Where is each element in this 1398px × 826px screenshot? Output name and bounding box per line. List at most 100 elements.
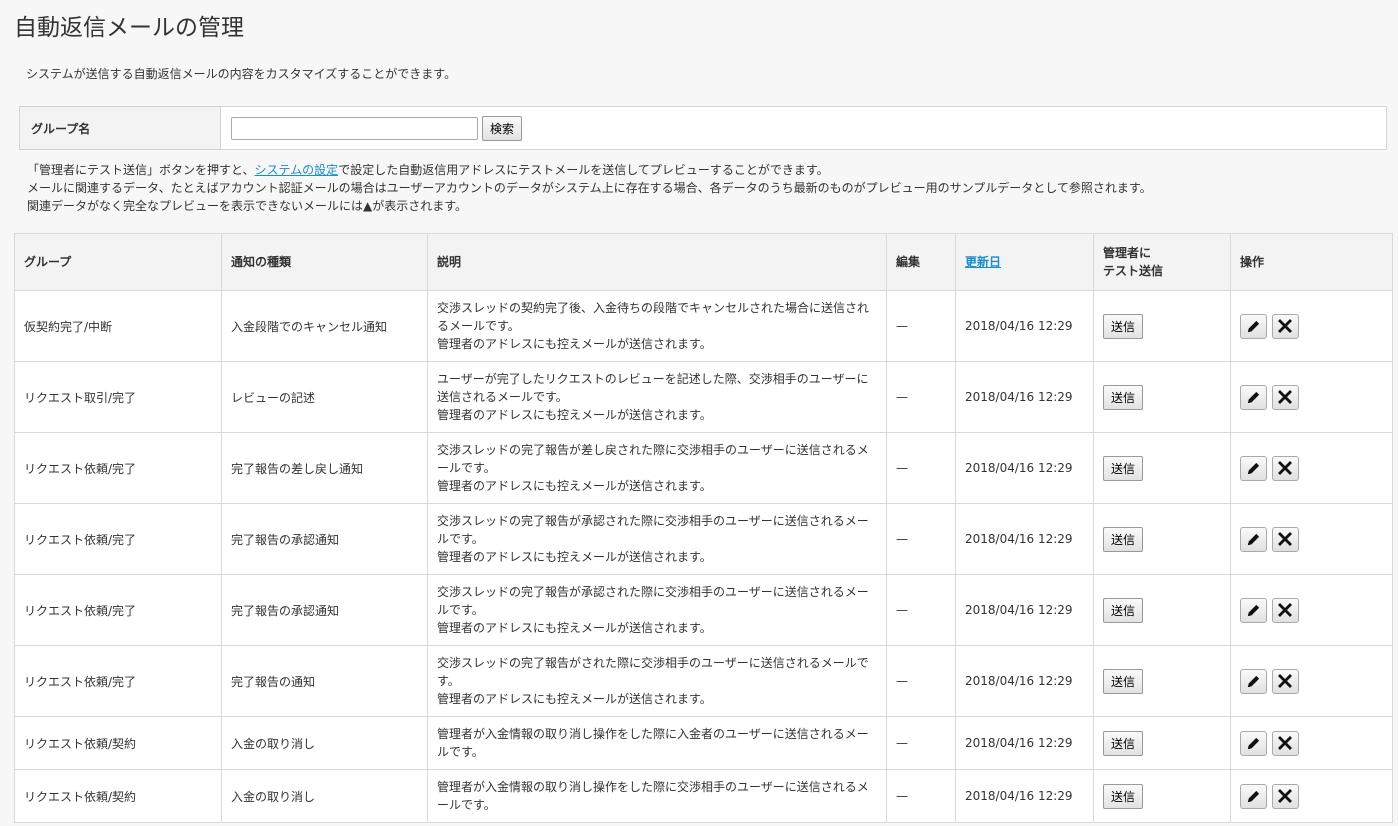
edit-button[interactable]	[1240, 597, 1267, 623]
description-text: 交渉スレッドの完了報告が承認された際に交渉相手のユーザーに送信されるメールです。	[437, 585, 869, 617]
cell-updated: 2018/04/16 12:29	[955, 574, 1094, 646]
cell-group: リクエスト依頼/完了	[14, 645, 222, 717]
close-icon	[1278, 532, 1293, 546]
description-text: ユーザーが完了したリクエストのレビューを記述した際、交渉相手のユーザーに送信され…	[437, 372, 869, 404]
group-name-input[interactable]	[231, 116, 478, 140]
send-test-button[interactable]: 送信	[1103, 668, 1144, 694]
edit-button[interactable]	[1240, 783, 1267, 809]
edit-button[interactable]	[1240, 730, 1267, 756]
description-note: 管理者のアドレスにも控えメールが送信されます。	[437, 408, 712, 422]
cell-type: 完了報告の差し戻し通知	[221, 432, 428, 504]
cell-type: 入金の取り消し	[221, 769, 428, 823]
edit-button[interactable]	[1240, 526, 1267, 552]
cell-description: 交渉スレッドの完了報告がされた際に交渉相手のユーザーに送信されるメールです。 管理…	[427, 645, 887, 717]
description-note: 管理者のアドレスにも控えメールが送信されます。	[437, 479, 712, 493]
send-test-button[interactable]: 送信	[1103, 384, 1144, 410]
edit-button[interactable]	[1240, 668, 1267, 694]
table-row: リクエスト依頼/完了 完了報告の承認通知 交渉スレッドの完了報告が承認された際に…	[14, 503, 1393, 575]
cell-description: 交渉スレッドの完了報告が差し戻された際に交渉相手のユーザーに送信されるメールです…	[427, 432, 887, 504]
send-test-button[interactable]: 送信	[1103, 783, 1144, 809]
send-test-button[interactable]: 送信	[1103, 526, 1144, 552]
cell-edit: —	[886, 432, 956, 504]
cell-ops	[1230, 432, 1393, 504]
edit-button[interactable]	[1240, 384, 1267, 410]
table-row: リクエスト依頼/完了 完了報告の通知 交渉スレッドの完了報告がされた際に交渉相手…	[14, 645, 1393, 717]
pencil-icon	[1247, 533, 1260, 545]
header-test-send: 管理者に テスト送信	[1093, 233, 1231, 291]
cell-group: リクエスト依頼/完了	[14, 432, 222, 504]
cell-updated: 2018/04/16 12:29	[955, 432, 1094, 504]
auto-reply-table: グループ 通知の種類 説明 編集 更新日 管理者に テスト送信 操作 仮契約完了/…	[14, 233, 1393, 823]
cell-updated: 2018/04/16 12:29	[955, 645, 1094, 717]
cell-group: 仮契約完了/中断	[14, 290, 222, 362]
close-icon	[1278, 789, 1293, 803]
cell-test-send: 送信	[1093, 716, 1231, 770]
cell-edit: —	[886, 503, 956, 575]
cell-ops	[1230, 290, 1393, 362]
pencil-icon	[1247, 675, 1260, 687]
cell-test-send: 送信	[1093, 432, 1231, 504]
cell-description: 管理者が入金情報の取り消し操作をした際に交渉相手のユーザーに送信されるメールです…	[427, 769, 887, 823]
cell-description: 交渉スレッドの完了報告が承認された際に交渉相手のユーザーに送信されるメールです。…	[427, 574, 887, 646]
cell-group: リクエスト依頼/完了	[14, 503, 222, 575]
description-text: 交渉スレッドの契約完了後、入金待ちの段階でキャンセルされた場合に送信されるメール…	[437, 301, 870, 333]
send-test-button[interactable]: 送信	[1103, 313, 1144, 339]
cell-type: 完了報告の承認通知	[221, 574, 428, 646]
header-ops: 操作	[1230, 233, 1393, 291]
cell-test-send: 送信	[1093, 503, 1231, 575]
cell-edit: —	[886, 290, 956, 362]
header-updated: 更新日	[955, 233, 1094, 291]
header-test-line1: 管理者に	[1103, 246, 1152, 260]
header-group: グループ	[14, 233, 222, 291]
note-line-1: 「管理者にテスト送信」ボタンを押すと、システムの設定で設定した自動返信用アドレス…	[27, 161, 1152, 179]
search-form: グループ名 検索	[19, 106, 1387, 150]
cell-group: リクエスト依頼/完了	[14, 574, 222, 646]
delete-button[interactable]	[1271, 455, 1299, 481]
cell-ops	[1230, 769, 1393, 823]
help-notes: 「管理者にテスト送信」ボタンを押すと、システムの設定で設定した自動返信用アドレス…	[27, 161, 1152, 215]
close-icon	[1278, 319, 1293, 333]
cell-type: 入金段階でのキャンセル通知	[221, 290, 428, 362]
cell-updated: 2018/04/16 12:29	[955, 290, 1094, 362]
description-text: 管理者が入金情報の取り消し操作をした際に交渉相手のユーザーに送信されるメールです…	[437, 780, 869, 812]
cell-updated: 2018/04/16 12:29	[955, 769, 1094, 823]
send-test-button[interactable]: 送信	[1103, 730, 1144, 756]
send-test-button[interactable]: 送信	[1103, 597, 1144, 623]
table-row: リクエスト依頼/契約 入金の取り消し 管理者が入金情報の取り消し操作をした際に交…	[14, 769, 1393, 823]
table-header-row: グループ 通知の種類 説明 編集 更新日 管理者に テスト送信 操作	[14, 233, 1393, 291]
system-settings-link[interactable]: システムの設定	[255, 163, 339, 177]
cell-test-send: 送信	[1093, 361, 1231, 433]
description-note: 管理者のアドレスにも控えメールが送信されます。	[437, 621, 712, 635]
send-test-button[interactable]: 送信	[1103, 455, 1144, 481]
note-line-3: 関連データがなく完全なプレビューを表示できないメールには▲が表示されます。	[27, 199, 468, 213]
pencil-icon	[1247, 790, 1260, 802]
note-line-2: メールに関連するデータ、たとえばアカウント認証メールの場合はユーザーアカウントの…	[27, 181, 1152, 195]
note-1-text-before: 「管理者にテスト送信」ボタンを押すと、	[27, 163, 255, 177]
sort-updated-link[interactable]: 更新日	[965, 255, 1001, 269]
note-1-text-after: で設定した自動返信用アドレスにテストメールを送信してプレビューすることができます…	[338, 163, 829, 177]
delete-button[interactable]	[1271, 384, 1299, 410]
cell-updated: 2018/04/16 12:29	[955, 503, 1094, 575]
cell-type: 完了報告の通知	[221, 645, 428, 717]
table-row: リクエスト依頼/完了 完了報告の差し戻し通知 交渉スレッドの完了報告が差し戻され…	[14, 432, 1393, 504]
delete-button[interactable]	[1271, 783, 1299, 809]
cell-edit: —	[886, 645, 956, 717]
table-body: 仮契約完了/中断 入金段階でのキャンセル通知 交渉スレッドの契約完了後、入金待ち…	[14, 290, 1393, 823]
cell-updated: 2018/04/16 12:29	[955, 716, 1094, 770]
edit-button[interactable]	[1240, 313, 1267, 339]
table-row: リクエスト取引/完了 レビューの記述 ユーザーが完了したリクエストのレビューを記…	[14, 361, 1393, 433]
delete-button[interactable]	[1271, 668, 1299, 694]
edit-button[interactable]	[1240, 455, 1267, 481]
header-edit: 編集	[886, 233, 956, 291]
search-button[interactable]: 検索	[482, 115, 523, 141]
cell-test-send: 送信	[1093, 769, 1231, 823]
delete-button[interactable]	[1271, 597, 1299, 623]
delete-button[interactable]	[1271, 526, 1299, 552]
close-icon	[1278, 674, 1293, 688]
delete-button[interactable]	[1271, 730, 1299, 756]
pencil-icon	[1247, 391, 1260, 403]
page-intro: システムが送信する自動返信メールの内容をカスタマイズすることができます。	[26, 67, 457, 81]
description-note: 管理者のアドレスにも控えメールが送信されます。	[437, 337, 712, 351]
cell-type: 入金の取り消し	[221, 716, 428, 770]
delete-button[interactable]	[1271, 313, 1299, 339]
